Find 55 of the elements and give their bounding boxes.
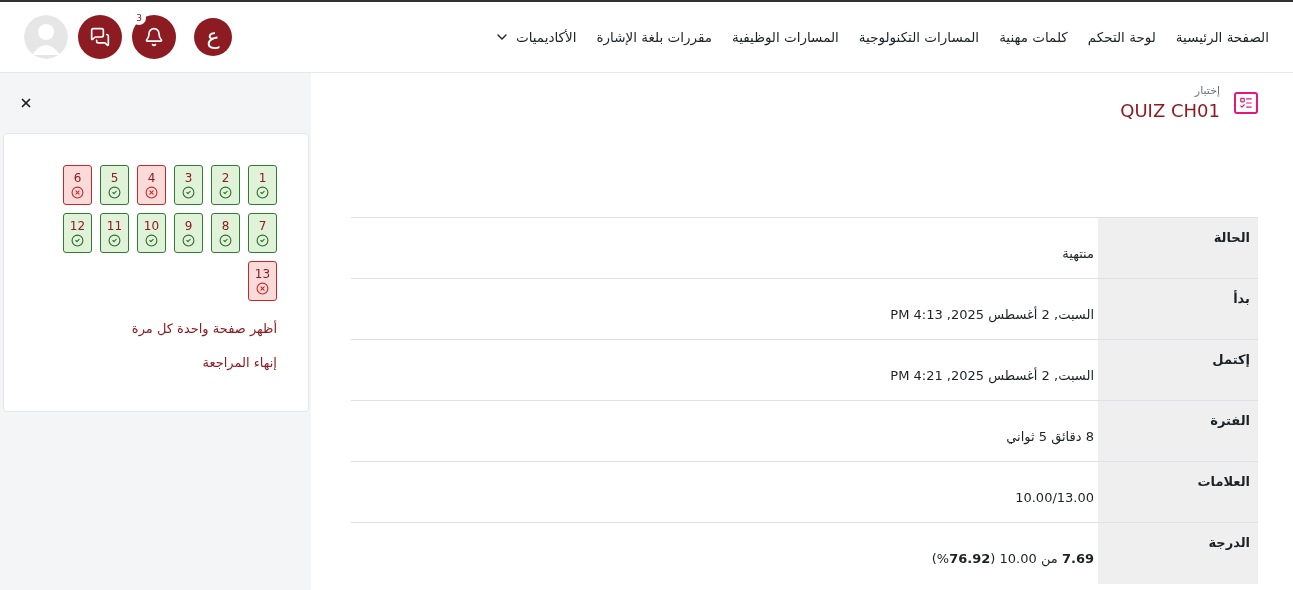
question-button[interactable]: 4 [137, 165, 166, 205]
quiz-nav-link[interactable]: إنهاء المراجعة [202, 352, 277, 372]
x-circle-icon [71, 185, 84, 199]
summary-label: بدأ [1098, 278, 1258, 340]
check-circle-icon [256, 185, 269, 199]
question-button[interactable]: 13 [248, 261, 277, 301]
quiz-nav-link[interactable]: أظهر صفحة واحدة كل مرة [131, 319, 277, 339]
quiz-title: QUIZ CH01 [1120, 99, 1220, 122]
summary-value: منتهية [351, 217, 1098, 279]
question-button[interactable]: 7 [248, 213, 277, 253]
check-circle-icon [219, 233, 232, 247]
summary-label: الفترة [1098, 400, 1258, 462]
summary-value: السبت, 2 أغسطس 2025, 4:13 PM [351, 278, 1098, 340]
nav-link[interactable]: الأكاديميات [493, 26, 577, 48]
close-icon [19, 96, 33, 110]
nav-link[interactable]: لوحة التحكم [1087, 26, 1156, 48]
summary-label: الحالة [1098, 217, 1258, 279]
question-button[interactable]: 3 [174, 165, 203, 205]
notifications-button[interactable] [132, 15, 176, 59]
summary-label: إكتمل [1098, 339, 1258, 401]
summary-value: السبت, 2 أغسطس 2025, 4:21 PM [351, 339, 1098, 401]
quiz-icon [1234, 92, 1258, 114]
question-button[interactable]: 11 [100, 213, 129, 253]
check-circle-icon [219, 185, 232, 199]
activity-type-label: إختبار [1193, 83, 1220, 99]
nav-link[interactable]: مقررات بلغة الإشارة [596, 26, 712, 48]
language-button[interactable]: ع [194, 18, 232, 56]
question-button[interactable]: 1 [248, 165, 277, 205]
bell-icon [144, 27, 164, 47]
question-button[interactable]: 10 [137, 213, 166, 253]
check-circle-icon [71, 233, 84, 247]
question-button[interactable]: 12 [63, 213, 92, 253]
nav-link[interactable]: المسارات الوظيفية [731, 26, 839, 48]
nav-link[interactable]: الصفحة الرئيسية [1175, 26, 1269, 48]
chat-bubbles-icon [90, 27, 110, 47]
check-circle-icon [182, 233, 195, 247]
question-button[interactable]: 6 [63, 165, 92, 205]
question-button[interactable]: 8 [211, 213, 240, 253]
summary-label: العلامات [1098, 461, 1258, 523]
messages-button[interactable] [78, 15, 122, 59]
check-circle-icon [108, 185, 121, 199]
check-circle-icon [145, 233, 158, 247]
check-circle-icon [108, 233, 121, 247]
x-circle-icon [145, 185, 158, 199]
check-circle-icon [256, 233, 269, 247]
nav-link[interactable]: المسارات التكنولوجية [858, 26, 980, 48]
question-button[interactable]: 5 [100, 165, 129, 205]
question-button[interactable]: 9 [174, 213, 203, 253]
summary-value: 8 دقائق 5 ثواني [351, 400, 1098, 462]
question-button[interactable]: 2 [211, 165, 240, 205]
summary-value: 10.00/13.00 [351, 461, 1098, 523]
check-circle-icon [182, 185, 195, 199]
nav-link[interactable]: كلمات مهنية [999, 26, 1068, 48]
summary-label: الدرجة [1098, 522, 1258, 584]
x-circle-icon [256, 281, 269, 295]
